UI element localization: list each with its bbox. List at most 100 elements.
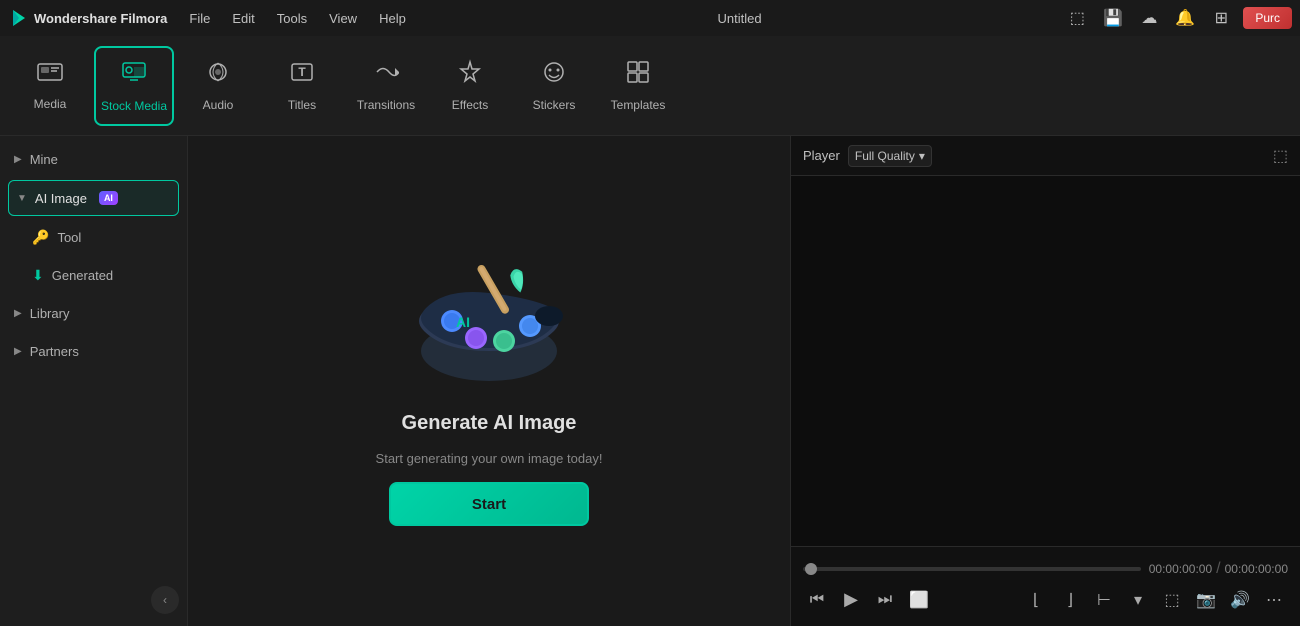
stickers-icon [541, 59, 567, 92]
sidebar-item-tool[interactable]: 🔑 Tool [0, 218, 187, 256]
tab-effects-label: Effects [452, 98, 488, 112]
window-title: Untitled [718, 11, 762, 26]
trim-chevron-icon[interactable]: ▾ [1124, 586, 1152, 614]
player-expand-icon[interactable]: ⬚ [1273, 146, 1288, 166]
tab-titles-label: Titles [288, 98, 316, 112]
mark-in-button[interactable]: ⌊ [1022, 586, 1050, 614]
main-panel: AI Generate AI Image Start generating yo… [188, 136, 790, 626]
tab-stickers[interactable]: Stickers [514, 46, 594, 126]
snapshot-button[interactable]: 📷 [1192, 586, 1220, 614]
quality-select[interactable]: Full Quality ▾ [848, 145, 932, 167]
sidebar-collapse-button[interactable]: ‹ [151, 586, 179, 614]
tab-media-label: Media [34, 97, 67, 111]
tab-titles[interactable]: T Titles [262, 46, 342, 126]
sidebar: ▶ Mine ▼ AI Image AI 🔑 Tool ⬇ Generated … [0, 136, 188, 626]
sidebar-library-label: Library [30, 306, 70, 321]
toolbar: Media Stock Media [0, 36, 1300, 136]
time-separator: / [1216, 560, 1220, 578]
tab-effects[interactable]: Effects [430, 46, 510, 126]
more-button[interactable]: ⋯ [1260, 586, 1288, 614]
quality-value: Full Quality [855, 149, 915, 163]
play-button[interactable]: ▶ [837, 586, 865, 614]
chevron-down-icon: ▼ [17, 193, 27, 204]
tab-audio-label: Audio [203, 98, 234, 112]
player-viewport [791, 176, 1300, 546]
sidebar-tool-label: Tool [57, 230, 81, 245]
tab-stickers-label: Stickers [533, 98, 576, 112]
titlebar: Wondershare Filmora File Edit Tools View… [0, 0, 1300, 36]
time-current: 00:00:00:00 [1149, 562, 1212, 576]
player-header: Player Full Quality ▾ ⬚ [791, 136, 1300, 176]
sidebar-item-generated[interactable]: ⬇ Generated [0, 256, 187, 294]
skip-back-button[interactable]: ⏮ [803, 586, 831, 614]
save-icon[interactable]: 💾 [1099, 4, 1127, 32]
svg-text:AI: AI [456, 314, 470, 330]
svg-text:T: T [298, 65, 306, 79]
main-content: Media Stock Media [0, 36, 1300, 626]
menu-tools[interactable]: Tools [267, 9, 317, 28]
tab-transitions[interactable]: Transitions [346, 46, 426, 126]
audio-icon [205, 59, 231, 92]
tab-transitions-label: Transitions [357, 98, 415, 112]
tab-audio[interactable]: Audio [178, 46, 258, 126]
progress-thumb [805, 563, 817, 575]
menu-help[interactable]: Help [369, 9, 416, 28]
download-icon: ⬇ [32, 267, 44, 284]
layout-icon[interactable]: ⊞ [1207, 4, 1235, 32]
sidebar-generated-label: Generated [52, 268, 113, 283]
fullscreen-button[interactable]: ⬜ [905, 586, 933, 614]
quality-chevron-icon: ▾ [919, 149, 925, 163]
skip-forward-button[interactable]: ⏭ [871, 586, 899, 614]
time-total: 00:00:00:00 [1225, 562, 1288, 576]
generate-title: Generate AI Image [402, 412, 577, 435]
trim-button[interactable]: ⊢ [1090, 586, 1118, 614]
chevron-right-icon: ▶ [14, 154, 22, 165]
key-icon: 🔑 [32, 229, 49, 246]
start-button[interactable]: Start [389, 482, 589, 526]
player-progress: 00:00:00:00 / 00:00:00:00 [803, 560, 1288, 578]
tab-media[interactable]: Media [10, 46, 90, 126]
templates-icon [625, 59, 651, 92]
cloud-icon[interactable]: ☁ [1135, 4, 1163, 32]
effects-icon [457, 59, 483, 92]
player-label: Player [803, 148, 840, 163]
purchase-button[interactable]: Purc [1243, 7, 1292, 29]
player-controls: 00:00:00:00 / 00:00:00:00 ⏮ ▶ ⏭ ⬜ ⌊ [791, 546, 1300, 626]
sidebar-item-mine[interactable]: ▶ Mine [0, 140, 187, 178]
volume-button[interactable]: 🔊 [1226, 586, 1254, 614]
extra-controls: ⌊ ⌋ ⊢ ▾ ⬚ 📷 🔊 ⋯ [1022, 586, 1288, 614]
sidebar-item-ai-image[interactable]: ▼ AI Image AI [8, 180, 179, 216]
ai-image-illustration: AI [404, 236, 574, 396]
menu-view[interactable]: View [319, 9, 367, 28]
tab-stock-media[interactable]: Stock Media [94, 46, 174, 126]
generate-subtitle: Start generating your own image today! [376, 451, 603, 466]
mark-out-button[interactable]: ⌋ [1056, 586, 1084, 614]
titles-icon: T [289, 59, 315, 92]
ai-badge: AI [99, 191, 118, 205]
sidebar-item-partners[interactable]: ▶ Partners [0, 332, 187, 370]
player-buttons: ⏮ ▶ ⏭ ⬜ ⌊ ⌋ ⊢ ▾ ⬚ 📷 🔊 ⋯ [803, 586, 1288, 614]
app-logo [8, 7, 30, 29]
progress-track[interactable] [803, 567, 1141, 571]
playback-controls: ⏮ ▶ ⏭ ⬜ [803, 586, 933, 614]
tab-stock-media-label: Stock Media [101, 99, 167, 113]
sidebar-ai-image-label: AI Image [35, 191, 87, 206]
bell-icon[interactable]: 🔔 [1171, 4, 1199, 32]
tab-templates[interactable]: Templates [598, 46, 678, 126]
tab-templates-label: Templates [611, 98, 666, 112]
player-panel: Player Full Quality ▾ ⬚ 00:00:00:00 / [790, 136, 1300, 626]
sidebar-mine-label: Mine [30, 152, 58, 167]
sidebar-item-library[interactable]: ▶ Library [0, 294, 187, 332]
titlebar-right: ⬚ 💾 ☁ 🔔 ⊞ Purc [1063, 4, 1292, 32]
monitor-icon[interactable]: ⬚ [1063, 4, 1091, 32]
display-button[interactable]: ⬚ [1158, 586, 1186, 614]
menu-file[interactable]: File [179, 9, 220, 28]
chevron-right-icon-3: ▶ [14, 346, 22, 357]
menu-edit[interactable]: Edit [222, 9, 264, 28]
sidebar-partners-label: Partners [30, 344, 79, 359]
menu-bar: File Edit Tools View Help [179, 9, 415, 28]
titlebar-left: Wondershare Filmora File Edit Tools View… [8, 7, 416, 29]
media-icon [36, 60, 64, 91]
content-area: ▶ Mine ▼ AI Image AI 🔑 Tool ⬇ Generated … [0, 136, 1300, 626]
chevron-right-icon-2: ▶ [14, 308, 22, 319]
